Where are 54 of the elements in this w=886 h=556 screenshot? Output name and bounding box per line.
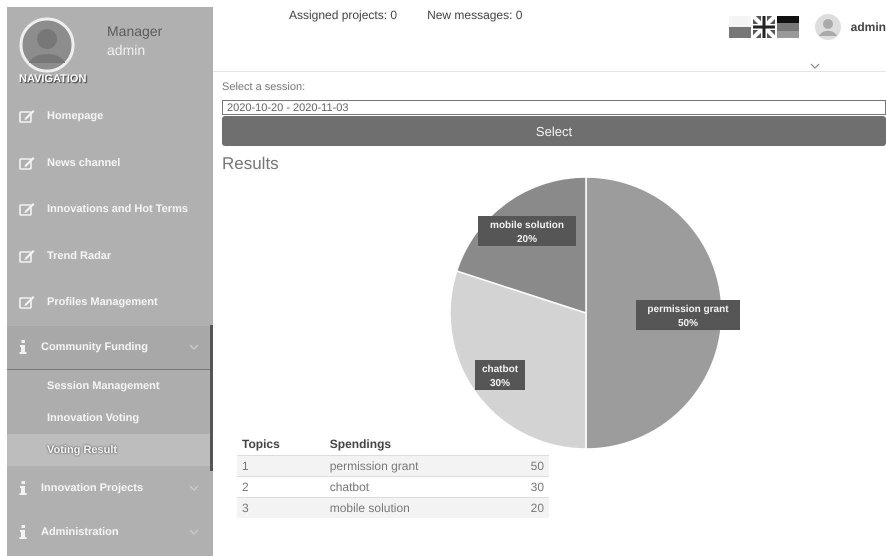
header-stat: New messages: 0 bbox=[427, 8, 522, 22]
nav-subitem[interactable]: Voting Result bbox=[7, 434, 213, 466]
navigation-heading: NAVIGATION bbox=[19, 73, 86, 85]
session-select[interactable]: 2020-10-20 - 2020-11-03 bbox=[222, 100, 886, 115]
table-cell: 1 bbox=[237, 455, 325, 476]
nav-link[interactable]: Trend Radar bbox=[7, 232, 213, 279]
info-icon bbox=[19, 480, 27, 494]
table-cell: 30 bbox=[506, 476, 549, 497]
select-button[interactable]: Select bbox=[222, 116, 886, 146]
chevron-down-icon bbox=[189, 528, 199, 534]
table-cell: 3 bbox=[237, 497, 325, 518]
flag-icon[interactable] bbox=[776, 16, 799, 38]
edit-icon bbox=[19, 295, 35, 310]
nav-link[interactable]: Homepage bbox=[7, 93, 213, 140]
slice-label: mobile solution bbox=[490, 220, 564, 231]
table-cell: 50 bbox=[506, 455, 549, 476]
data-label: 30% bbox=[490, 378, 510, 389]
data-label: 50% bbox=[678, 318, 698, 329]
table-cell: permission grant bbox=[324, 455, 506, 476]
slice-label: chatbot bbox=[482, 364, 519, 375]
chevron-down-icon bbox=[189, 484, 199, 490]
data-label: 20% bbox=[516, 234, 538, 245]
slice-label: permission grant bbox=[647, 304, 730, 315]
table-cell: mobile solution bbox=[324, 497, 506, 518]
nav-link[interactable]: News channel bbox=[7, 140, 213, 186]
header-stat: Assigned projects: 0 bbox=[289, 8, 398, 22]
nav-link[interactable]: Profiles Management bbox=[7, 279, 213, 326]
user-name: admin bbox=[107, 42, 146, 58]
table-cell: 2 bbox=[237, 476, 325, 497]
avatar-icon bbox=[19, 17, 75, 73]
nav-group[interactable]: Community Funding bbox=[7, 326, 213, 370]
results-title: Results bbox=[222, 154, 279, 174]
nav-group[interactable]: Innovation Projects bbox=[7, 466, 213, 510]
chevron-down-icon bbox=[189, 344, 199, 350]
edit-icon bbox=[19, 202, 35, 216]
nav-group[interactable]: Administration bbox=[7, 510, 213, 554]
column-header: Spendings bbox=[324, 434, 506, 455]
user-role: Manager bbox=[107, 23, 162, 39]
nav-link[interactable]: Innovations and Hot Terms bbox=[7, 186, 213, 232]
table-cell: chatbot bbox=[324, 476, 506, 497]
column-header: Topics bbox=[237, 434, 325, 455]
info-icon bbox=[19, 340, 27, 354]
chevron-down-icon bbox=[810, 63, 820, 69]
session-label: Select a session: bbox=[222, 81, 306, 93]
info-icon bbox=[19, 524, 27, 538]
slice-label: permission grant 50% bbox=[636, 300, 740, 330]
edit-icon bbox=[19, 248, 35, 263]
slice-label: mobile solution 20% bbox=[478, 216, 576, 246]
edit-icon bbox=[19, 156, 35, 170]
edit-icon bbox=[19, 109, 35, 124]
slice-label: chatbot 30% bbox=[475, 360, 525, 390]
user-name[interactable]: admin bbox=[850, 20, 886, 34]
flag-icon[interactable] bbox=[752, 16, 775, 38]
table-cell: 20 bbox=[506, 497, 549, 518]
